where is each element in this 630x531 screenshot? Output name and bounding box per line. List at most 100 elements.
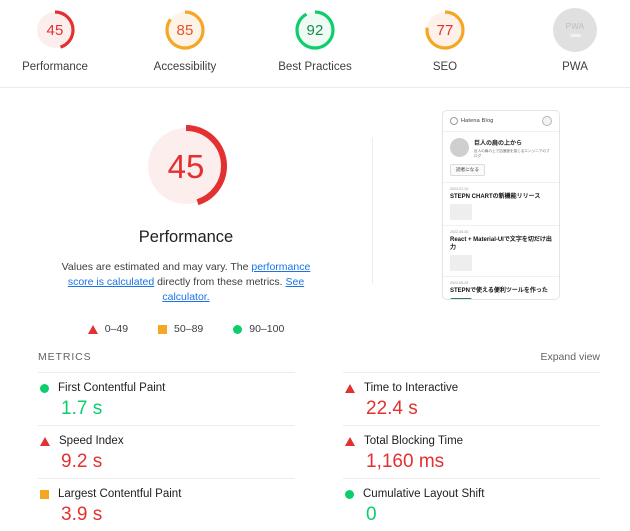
score-item-pwa[interactable]: PWA PWA — [532, 8, 618, 73]
score-gauge-best-practices[interactable]: 92 — [293, 8, 337, 52]
screenshot-entry-list: 2022-07-10 STEPN CHARTの新機能リリース 2022-06-30 R… — [443, 182, 559, 301]
screenshot-entry: 2022-07-10 STEPN CHARTの新機能リリース — [443, 182, 559, 225]
square-icon — [40, 490, 49, 499]
legend-range-label: 90–100 — [249, 323, 284, 335]
metric-row[interactable]: Total Blocking Time 1,160 ms — [343, 425, 600, 478]
square-icon — [158, 325, 167, 334]
legend-item: 0–49 — [88, 323, 128, 335]
circle-icon — [345, 490, 354, 499]
metric-name: Speed Index — [59, 435, 124, 447]
pwa-gauge[interactable]: PWA — [553, 8, 597, 52]
score-item-label: SEO — [433, 61, 457, 73]
screenshot-blog-title: 巨人の肩の上から — [474, 138, 552, 147]
legend-range-label: 50–89 — [174, 323, 203, 335]
screenshot-entry-body — [450, 204, 552, 220]
metric-header: First Contentful Paint — [38, 382, 295, 394]
score-item-label: Performance — [22, 61, 88, 73]
section-vertical-divider — [372, 138, 373, 284]
metric-row[interactable]: Cumulative Layout Shift0 — [343, 478, 600, 531]
screenshot-brand: Hatena Blog — [450, 117, 493, 125]
metric-value: 9.2 s — [61, 452, 295, 471]
score-item-best-practices[interactable]: 92 Best Practices — [272, 8, 358, 73]
screenshot-account-icon — [542, 116, 552, 126]
metric-header: Cumulative Layout Shift — [343, 488, 600, 500]
metrics-header: METRICS Expand view — [38, 351, 600, 363]
score-gauge-value: 45 — [46, 23, 63, 38]
screenshot-entry-thumb — [450, 255, 472, 271]
metric-row[interactable]: Time to Interactive 22.4 s — [343, 372, 600, 425]
score-legend: 0–49 50–89 90–100 — [88, 323, 285, 335]
screenshot-entry-thumb — [450, 298, 472, 301]
performance-title: Performance — [139, 228, 233, 247]
metric-header: Time to Interactive — [343, 382, 600, 394]
screenshot-entry-title: STEPNで使える便利ツールを作った — [450, 287, 552, 295]
triangle-icon — [88, 325, 98, 334]
metric-name: Total Blocking Time — [364, 435, 463, 447]
metric-header: Largest Contentful Paint — [38, 488, 295, 500]
score-item-label: Accessibility — [154, 61, 217, 73]
score-gauge-seo[interactable]: 77 — [423, 8, 467, 52]
legend-item: 90–100 — [233, 323, 284, 335]
screenshot-blog-avatar — [450, 138, 469, 157]
performance-section: 45 Performance Values are estimated and … — [0, 88, 630, 335]
metric-value: 1,160 ms — [366, 452, 600, 471]
metric-header: Total Blocking Time — [343, 435, 600, 447]
triangle-icon — [345, 437, 355, 446]
performance-gauge-value: 45 — [168, 150, 205, 183]
metrics-section: METRICS Expand view First Contentful Pai… — [0, 335, 630, 531]
score-item-seo[interactable]: 77 SEO — [402, 8, 488, 73]
score-gauge-accessibility[interactable]: 85 — [163, 8, 207, 52]
description-text-1: Values are estimated and may vary. The — [62, 261, 252, 273]
screenshot-blog-subtitle: 巨人の肩の上で加速度を感じるエンジニアのブログ — [474, 149, 552, 159]
page-screenshot-preview[interactable]: Hatena Blog 巨人の肩の上から 巨人の肩の上で加速度を感じるエンジニア… — [372, 110, 630, 335]
screenshot-entry-thumb — [450, 204, 472, 220]
screenshot-entry-title: React + Material-UIで文字を切だけ出力 — [450, 236, 552, 252]
score-item-performance[interactable]: 45 Performance — [12, 8, 98, 73]
metric-name: Cumulative Layout Shift — [363, 488, 484, 500]
metrics-heading: METRICS — [38, 351, 92, 363]
metric-name: First Contentful Paint — [58, 382, 165, 394]
legend-range-label: 0–49 — [105, 323, 128, 335]
metric-row[interactable]: Largest Contentful Paint 3.9 s — [38, 478, 295, 531]
screenshot-brand-label: Hatena Blog — [461, 118, 493, 124]
screenshot-entry-date: 2022-06-30 — [450, 230, 552, 234]
screenshot-entry: 2022-06-25STEPNで使える便利ツールを作った — [443, 276, 559, 301]
screenshot-entry-body — [450, 255, 552, 271]
legend-item: 50–89 — [158, 323, 203, 335]
screenshot-site-header: Hatena Blog — [443, 111, 559, 132]
metric-header: Speed Index — [38, 435, 295, 447]
screenshot-entry: 2022-06-30 React + Material-UIで文字を切だけ出力 — [443, 225, 559, 276]
score-item-label: PWA — [562, 61, 588, 73]
screenshot-entry-excerpt — [476, 204, 552, 220]
triangle-icon — [345, 384, 355, 393]
metric-value: 1.7 s — [61, 399, 295, 418]
screenshot-entry-body — [450, 298, 552, 301]
performance-gauge[interactable]: 45 — [140, 120, 232, 212]
screenshot-entry-excerpt — [476, 298, 552, 301]
score-gauge-performance[interactable]: 45 — [33, 8, 77, 52]
metric-row[interactable]: First Contentful Paint 1.7 s — [38, 372, 295, 425]
metric-value: 3.9 s — [61, 505, 295, 524]
expand-view-button[interactable]: Expand view — [540, 351, 600, 363]
score-gauge-value: 85 — [176, 23, 193, 38]
metric-row[interactable]: Speed Index 9.2 s — [38, 425, 295, 478]
screenshot-entry-date: 2022-07-10 — [450, 187, 552, 191]
screenshot-entry-excerpt — [476, 255, 552, 271]
circle-icon — [233, 325, 242, 334]
metrics-grid: First Contentful Paint 1.7 s Time to Inter… — [38, 372, 600, 531]
screenshot-entry-title: STEPN CHARTの新機能リリース — [450, 193, 552, 201]
description-text-2: directly from these metrics. — [154, 276, 285, 288]
screenshot-phone-frame: Hatena Blog 巨人の肩の上から 巨人の肩の上で加速度を感じるエンジニア… — [442, 110, 560, 300]
screenshot-blog-profile: 巨人の肩の上から 巨人の肩の上で加速度を感じるエンジニアのブログ — [443, 132, 559, 163]
score-item-label: Best Practices — [278, 61, 352, 73]
hatena-logo-icon — [450, 117, 458, 125]
score-item-accessibility[interactable]: 85 Accessibility — [142, 8, 228, 73]
triangle-icon — [40, 437, 50, 446]
metric-name: Time to Interactive — [364, 382, 458, 394]
circle-icon — [40, 384, 49, 393]
metric-value: 22.4 s — [366, 399, 600, 418]
score-gauge-value: 77 — [436, 23, 453, 38]
screenshot-subscribe-button: 読者になる — [450, 164, 485, 176]
score-gauge-value: 92 — [306, 23, 323, 38]
performance-summary: 45 Performance Values are estimated and … — [0, 110, 372, 335]
